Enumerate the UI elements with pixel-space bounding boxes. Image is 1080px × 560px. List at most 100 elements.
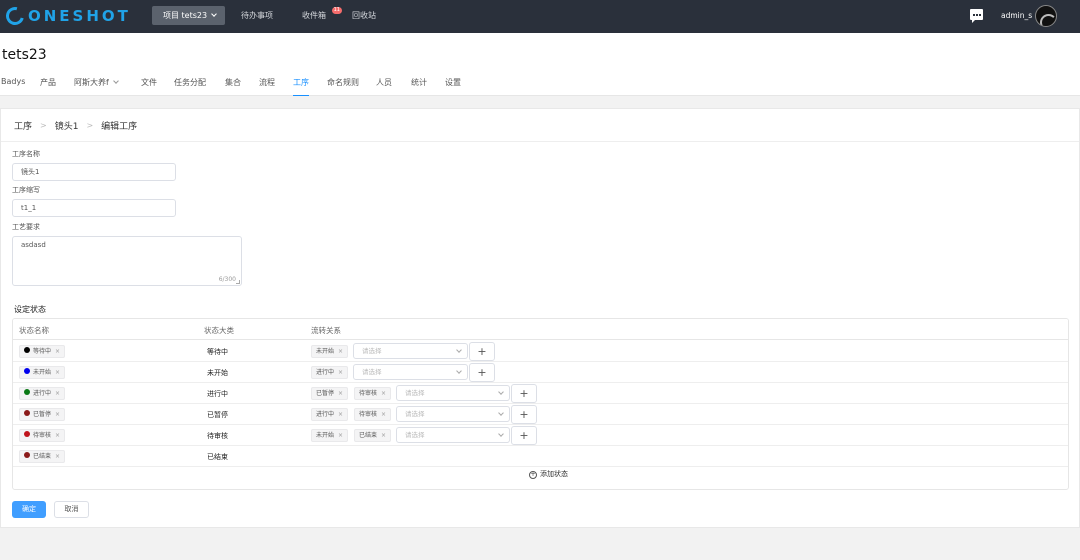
state-tag: 已结束 × bbox=[19, 450, 66, 463]
close-icon[interactable]: × bbox=[55, 390, 60, 397]
process-requirement-textarea[interactable]: asdasd 6/300 bbox=[12, 236, 242, 286]
table-row: 未开始 × 未开始 进行中 × 请选择 + bbox=[13, 362, 1068, 383]
process-name-input[interactable]: 镜头1 bbox=[12, 163, 176, 181]
confirm-button[interactable]: 确定 bbox=[12, 501, 46, 518]
project-switcher[interactable]: 项目 tets23 bbox=[152, 6, 225, 25]
transition-tag: 待审核 × bbox=[354, 408, 392, 421]
transition-tag: 已结束 × bbox=[354, 429, 392, 442]
transition-select[interactable]: 请选择 bbox=[353, 343, 468, 359]
process-abbr-input[interactable]: t1_1 bbox=[12, 199, 176, 217]
state-category: 未开始 bbox=[207, 369, 228, 377]
divider bbox=[1, 141, 1079, 142]
transition-tag-label: 未开始 bbox=[316, 348, 335, 355]
breadcrumb-process[interactable]: 工序 bbox=[14, 119, 32, 132]
transition-select[interactable]: 请选择 bbox=[353, 364, 468, 380]
process-requirement-value: asdasd bbox=[21, 241, 46, 249]
nav-recycle-label: 回收站 bbox=[352, 11, 376, 20]
close-icon[interactable]: × bbox=[381, 411, 386, 418]
tab-process[interactable]: 工序 bbox=[293, 77, 309, 96]
transition-tag: 进行中 × bbox=[311, 366, 349, 379]
tab-statistics[interactable]: 统计 bbox=[411, 77, 427, 96]
chevron-down-icon bbox=[112, 78, 119, 84]
add-transition-button[interactable]: + bbox=[511, 405, 537, 424]
transition-tag-label: 待审核 bbox=[359, 390, 378, 397]
table-header: 状态名称 状态大类 流转关系 bbox=[13, 319, 1068, 340]
color-dot-icon[interactable] bbox=[24, 431, 30, 437]
table-row: 已结束 × 已结束 bbox=[13, 446, 1068, 467]
tab-collections[interactable]: 集合 bbox=[225, 77, 241, 96]
tab-product[interactable]: 产品 bbox=[40, 77, 56, 96]
top-navbar: ONESHOT 项目 tets23 待办事项 收件箱 11 回收站 admin_… bbox=[0, 0, 1080, 33]
close-icon[interactable]: × bbox=[338, 432, 343, 439]
close-icon[interactable]: × bbox=[338, 348, 343, 355]
breadcrumb-current: 编辑工序 bbox=[101, 122, 138, 132]
transition-tag-label: 进行中 bbox=[316, 411, 335, 418]
close-icon[interactable]: × bbox=[381, 390, 386, 397]
add-state-button[interactable]: + 添加状态 bbox=[13, 469, 1068, 479]
tab-task-assignment[interactable]: 任务分配 bbox=[174, 77, 206, 96]
tab-naming-rules[interactable]: 命名规则 bbox=[327, 77, 359, 96]
breadcrumb-shot[interactable]: 镜头1 bbox=[55, 119, 79, 132]
select-placeholder: 请选择 bbox=[362, 347, 382, 355]
state-tag-label: 已暂停 bbox=[33, 411, 52, 418]
tab-files[interactable]: 文件 bbox=[141, 77, 157, 96]
tab-custom-dropdown[interactable]: 阿斯大养f bbox=[74, 77, 119, 96]
add-transition-button[interactable]: + bbox=[511, 426, 537, 445]
color-dot-icon[interactable] bbox=[24, 347, 30, 353]
message-icon[interactable] bbox=[970, 9, 983, 23]
cancel-button[interactable]: 取消 bbox=[54, 501, 89, 518]
chevron-down-icon bbox=[456, 368, 462, 374]
state-category: 已结束 bbox=[207, 453, 228, 461]
process-requirement-label: 工艺要求 bbox=[12, 223, 40, 231]
resize-handle-icon[interactable] bbox=[236, 280, 240, 284]
color-dot-icon[interactable] bbox=[24, 368, 30, 374]
close-icon[interactable]: × bbox=[55, 348, 60, 355]
tab-workflow[interactable]: 流程 bbox=[259, 77, 275, 96]
color-dot-icon[interactable] bbox=[24, 389, 30, 395]
transition-select[interactable]: 请选择 bbox=[396, 406, 510, 422]
close-icon[interactable]: × bbox=[338, 390, 343, 397]
process-abbr-value: t1_1 bbox=[21, 204, 37, 212]
add-transition-button[interactable]: + bbox=[469, 342, 495, 361]
nav-recycle-bin[interactable]: 回收站 bbox=[342, 6, 386, 25]
close-icon[interactable]: × bbox=[338, 369, 343, 376]
close-icon[interactable]: × bbox=[55, 432, 60, 439]
state-category: 待审核 bbox=[207, 432, 228, 440]
color-dot-icon[interactable] bbox=[24, 452, 30, 458]
tab-settings[interactable]: 设置 bbox=[445, 77, 461, 96]
state-tag: 等待中 × bbox=[19, 345, 66, 358]
state-tag-label: 未开始 bbox=[33, 369, 52, 376]
plus-circle-icon: + bbox=[529, 471, 537, 479]
close-icon[interactable]: × bbox=[55, 369, 60, 376]
state-tag: 已暂停 × bbox=[19, 408, 66, 421]
close-icon[interactable]: × bbox=[381, 432, 386, 439]
state-section-title: 设定状态 bbox=[14, 305, 46, 314]
avatar[interactable] bbox=[1035, 5, 1057, 27]
tab-members[interactable]: 人员 bbox=[376, 77, 392, 96]
nav-inbox[interactable]: 收件箱 11 bbox=[292, 6, 342, 25]
transition-select[interactable]: 请选择 bbox=[396, 385, 510, 401]
close-icon[interactable]: × bbox=[55, 453, 60, 460]
transition-tag-label: 未开始 bbox=[316, 432, 335, 439]
close-icon[interactable]: × bbox=[55, 411, 60, 418]
project-switcher-label: 项目 tets23 bbox=[163, 11, 208, 20]
edit-process-card: 工序 > 镜头1 > 编辑工序 工序名称 镜头1 工序缩写 t1_1 工艺要求 … bbox=[0, 108, 1080, 528]
process-abbr-label: 工序缩写 bbox=[12, 186, 40, 194]
column-transition: 流转关系 bbox=[311, 326, 341, 335]
table-row: 已暂停 × 已暂停 进行中 × 待审核 × 请选择 + bbox=[13, 404, 1068, 425]
logo[interactable]: ONESHOT bbox=[2, 3, 131, 29]
state-tag: 待审核 × bbox=[19, 429, 66, 442]
transition-tag-label: 待审核 bbox=[359, 411, 378, 418]
transition-select[interactable]: 请选择 bbox=[396, 427, 510, 443]
close-icon[interactable]: × bbox=[338, 411, 343, 418]
username[interactable]: admin_s bbox=[1001, 11, 1032, 20]
transition-tag-label: 已结束 bbox=[359, 432, 378, 439]
tab-badys[interactable]: Badys bbox=[1, 77, 25, 96]
nav-todo[interactable]: 待办事项 bbox=[231, 6, 283, 25]
color-dot-icon[interactable] bbox=[24, 410, 30, 416]
transition-tag: 已暂停 × bbox=[311, 387, 349, 400]
add-transition-button[interactable]: + bbox=[469, 363, 495, 382]
add-transition-button[interactable]: + bbox=[511, 384, 537, 403]
nav-todo-label: 待办事项 bbox=[241, 11, 273, 20]
chevron-down-icon bbox=[456, 347, 462, 353]
